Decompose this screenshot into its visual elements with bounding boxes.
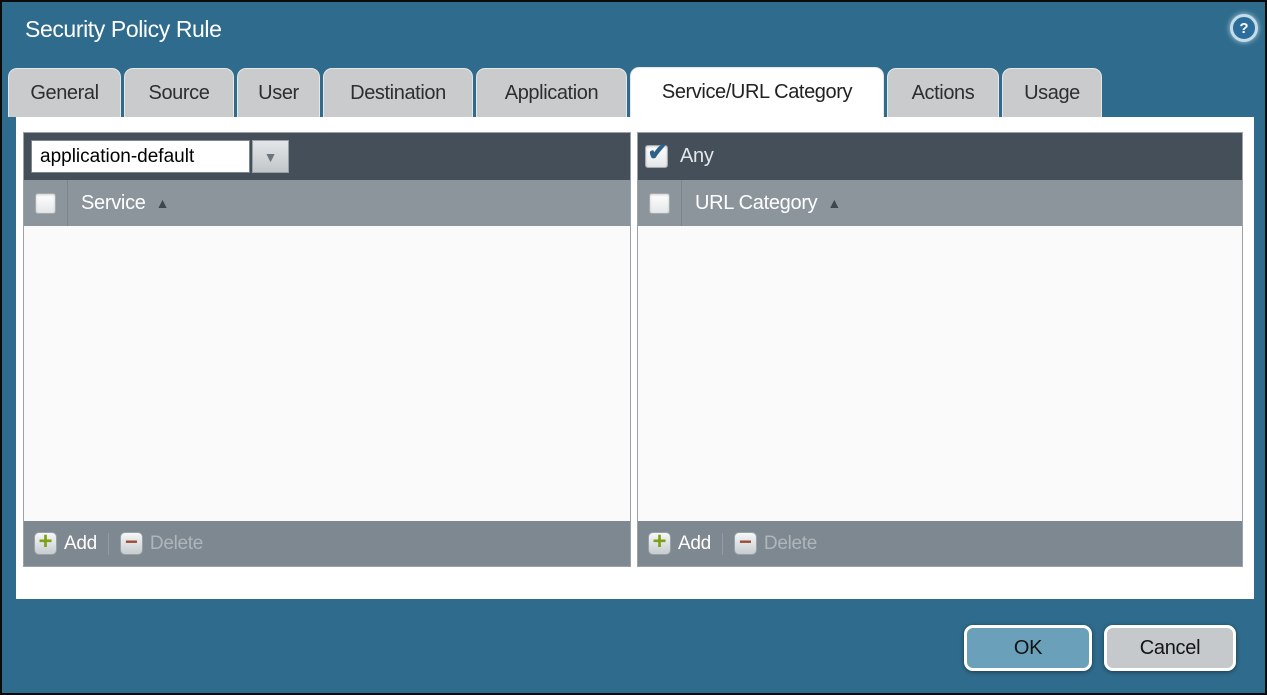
help-icon-glyph: ?	[1239, 20, 1248, 37]
tab-destination[interactable]: Destination	[323, 68, 473, 117]
tab-label: Source	[149, 82, 210, 105]
service-type-dropdown-button[interactable]: ▼	[252, 140, 289, 173]
service-select-all-checkbox[interactable]	[35, 193, 56, 214]
ok-button-label: OK	[1014, 637, 1042, 660]
tab-source[interactable]: Source	[124, 68, 234, 117]
tab-service-url-category[interactable]: Service/URL Category	[630, 67, 884, 117]
cancel-button-label: Cancel	[1140, 637, 1200, 660]
url-category-delete-button[interactable]: − Delete	[734, 532, 817, 555]
sort-ascending-icon: ▲	[827, 195, 841, 211]
ok-button[interactable]: OK	[964, 625, 1092, 671]
add-plus-icon: +	[648, 532, 671, 555]
url-category-panel: ✔ Any URL Category ▲ + Add	[637, 132, 1243, 567]
minus-glyph: −	[125, 531, 138, 553]
url-category-header-check-cell	[638, 180, 682, 226]
service-type-input[interactable]	[31, 140, 250, 173]
delete-minus-icon: −	[734, 532, 757, 555]
tab-usage[interactable]: Usage	[1002, 68, 1102, 117]
tab-content-service-url-category: ▼ Service ▲ + Add	[16, 117, 1254, 599]
service-table-body	[24, 226, 630, 521]
dialog-title: Security Policy Rule	[25, 16, 222, 43]
service-column-header[interactable]: Service ▲	[68, 180, 169, 226]
url-category-toolbar: ✔ Any	[638, 133, 1242, 180]
service-panel: ▼ Service ▲ + Add	[23, 132, 631, 567]
url-category-table-header: URL Category ▲	[638, 180, 1242, 226]
service-header-check-cell	[24, 180, 68, 226]
delete-button-label: Delete	[764, 533, 817, 555]
add-button-label: Add	[678, 533, 711, 555]
service-footer: + Add − Delete	[24, 521, 630, 566]
sort-ascending-icon: ▲	[156, 195, 170, 211]
tab-label: Usage	[1024, 82, 1080, 105]
chevron-down-icon: ▼	[264, 149, 278, 165]
url-category-add-button[interactable]: + Add	[648, 532, 711, 555]
tab-application[interactable]: Application	[476, 68, 627, 117]
tab-label: General	[30, 82, 98, 105]
security-policy-rule-dialog: Security Policy Rule ? General Source Us…	[0, 0, 1267, 695]
url-category-column-label: URL Category	[695, 192, 817, 215]
footer-divider	[108, 533, 109, 555]
help-icon[interactable]: ?	[1230, 14, 1258, 42]
tab-user[interactable]: User	[237, 68, 320, 117]
service-toolbar: ▼	[24, 133, 630, 180]
tab-label: Destination	[350, 82, 446, 105]
add-plus-icon: +	[34, 532, 57, 555]
tab-label: Service/URL Category	[662, 81, 852, 104]
tab-label: Application	[505, 82, 598, 105]
delete-button-label: Delete	[150, 533, 203, 555]
tab-bar: General Source User Destination Applicat…	[8, 68, 1102, 117]
checkmark-icon: ✔	[647, 141, 667, 165]
url-category-any-checkbox[interactable]: ✔	[645, 145, 668, 168]
add-button-label: Add	[64, 533, 97, 555]
cancel-button[interactable]: Cancel	[1104, 625, 1236, 671]
plus-glyph: +	[652, 530, 666, 554]
url-category-table-body	[638, 226, 1242, 521]
service-table-header: Service ▲	[24, 180, 630, 226]
any-checkbox-label: Any	[680, 145, 714, 168]
url-category-footer: + Add − Delete	[638, 521, 1242, 566]
url-category-column-header[interactable]: URL Category ▲	[682, 180, 841, 226]
tab-general[interactable]: General	[8, 68, 121, 117]
service-column-label: Service	[81, 192, 146, 215]
tab-label: Actions	[912, 82, 975, 105]
minus-glyph: −	[739, 531, 752, 553]
service-type-combobox: ▼	[31, 140, 289, 173]
service-delete-button[interactable]: − Delete	[120, 532, 203, 555]
footer-divider	[722, 533, 723, 555]
delete-minus-icon: −	[120, 532, 143, 555]
plus-glyph: +	[38, 530, 52, 554]
tab-label: User	[258, 82, 299, 105]
tab-actions[interactable]: Actions	[887, 68, 999, 117]
service-add-button[interactable]: + Add	[34, 532, 97, 555]
url-category-select-all-checkbox[interactable]	[649, 193, 670, 214]
